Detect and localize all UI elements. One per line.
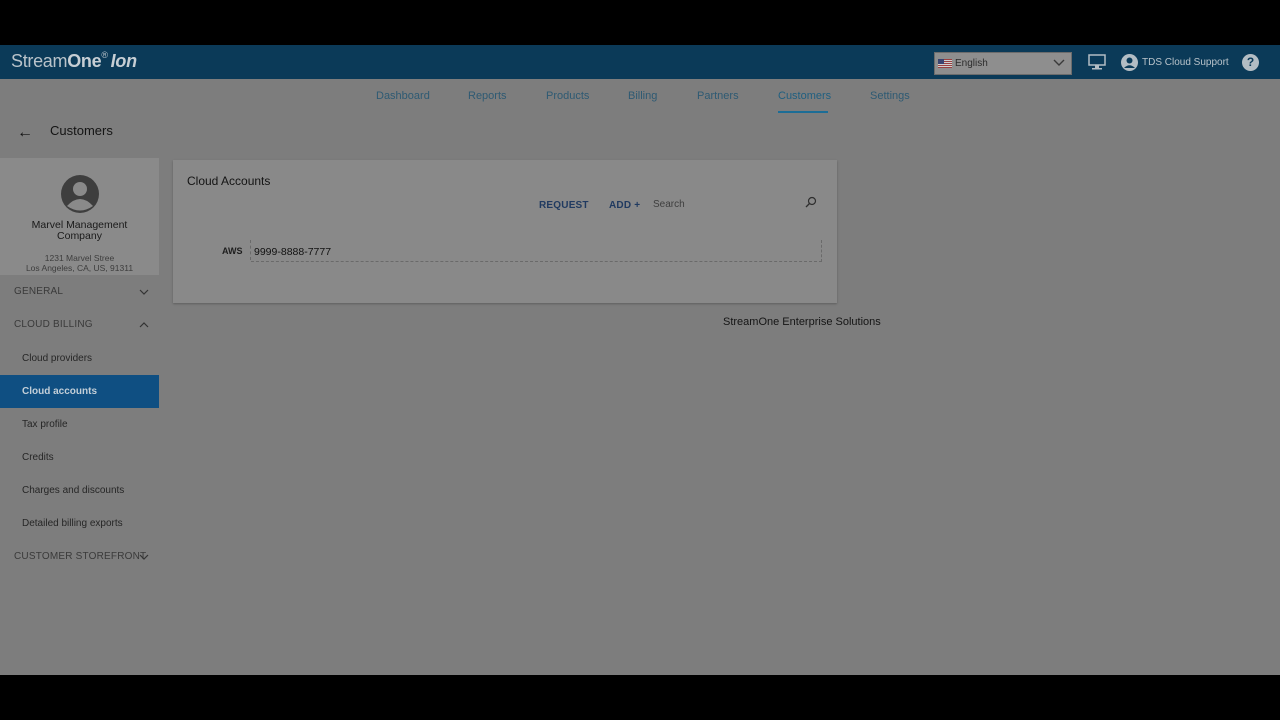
sidebar-item-cloud-providers[interactable]: Cloud providers xyxy=(22,353,92,364)
nav-settings[interactable]: Settings xyxy=(870,90,910,102)
account-id: 9999-8888-7777 xyxy=(254,246,332,258)
user-name: TDS Cloud Support xyxy=(1142,57,1229,68)
help-icon[interactable]: ? xyxy=(1242,54,1259,71)
sidebar-item-label: Cloud accounts xyxy=(22,386,98,397)
brand-reg: ® xyxy=(101,50,108,60)
back-arrow-icon[interactable]: ← xyxy=(17,124,33,142)
main-nav: Dashboard Reports Products Billing Partn… xyxy=(0,79,1280,115)
address-line-1: 1231 Marvel Stree xyxy=(44,253,115,263)
account-id-field[interactable]: 9999-8888-7777 xyxy=(250,240,822,262)
us-flag-icon xyxy=(938,59,952,68)
request-button[interactable]: REQUEST xyxy=(539,200,589,211)
customer-profile: Marvel Management Company 1231 Marvel St… xyxy=(0,158,159,275)
nav-billing[interactable]: Billing xyxy=(628,90,657,102)
brand-logo[interactable]: StreamOne® Ion xyxy=(11,50,137,72)
chevron-down-icon[interactable] xyxy=(139,287,149,297)
company-address: 1231 Marvel Stree Los Angeles, CA, US, 9… xyxy=(0,253,159,273)
chevron-up-icon[interactable] xyxy=(139,320,149,330)
user-menu[interactable]: TDS Cloud Support xyxy=(1121,54,1229,71)
page-title: Customers xyxy=(50,123,113,138)
language-select[interactable]: English xyxy=(934,52,1072,75)
footer-text: StreamOne Enterprise Solutions xyxy=(723,316,881,328)
top-bar: StreamOne® Ion English TDS Cloud Support … xyxy=(0,45,1280,79)
company-name: Marvel Management Company xyxy=(31,219,128,242)
sidebar-item-charges-discounts[interactable]: Charges and discounts xyxy=(22,485,124,496)
chevron-down-icon xyxy=(1053,59,1065,66)
nav-dashboard[interactable]: Dashboard xyxy=(376,90,430,102)
brand-main: Stream xyxy=(11,51,68,71)
nav-products[interactable]: Products xyxy=(546,90,589,102)
chevron-down-icon[interactable] xyxy=(139,552,149,562)
search-box xyxy=(653,194,823,214)
sidebar-section-customer-storefront[interactable]: CUSTOMER STOREFRONT xyxy=(14,551,146,562)
add-button[interactable]: ADD + xyxy=(609,200,640,211)
account-circle-icon xyxy=(1121,54,1138,71)
search-input[interactable] xyxy=(653,195,803,214)
sidebar-section-cloud-billing[interactable]: CLOUD BILLING xyxy=(14,319,93,330)
customer-avatar-icon xyxy=(61,175,99,213)
address-line-2: Los Angeles, CA, US, 91311 xyxy=(25,263,134,273)
app-window: StreamOne® Ion English TDS Cloud Support … xyxy=(0,45,1280,675)
language-value: English xyxy=(955,58,988,69)
sidebar-item-credits[interactable]: Credits xyxy=(22,452,54,463)
cloud-accounts-card: Cloud Accounts REQUEST ADD + AWS 9999-88… xyxy=(173,160,837,303)
monitor-icon[interactable] xyxy=(1088,54,1106,70)
brand-ion: Ion xyxy=(110,51,137,71)
nav-active-underline xyxy=(778,111,828,113)
sidebar-item-cloud-accounts[interactable]: Cloud accounts xyxy=(0,375,159,408)
brand-one: One xyxy=(67,51,102,71)
account-provider: AWS xyxy=(222,246,243,256)
search-icon[interactable] xyxy=(805,196,817,208)
nav-partners[interactable]: Partners xyxy=(697,90,739,102)
sidebar-section-general[interactable]: GENERAL xyxy=(14,286,63,297)
nav-customers[interactable]: Customers xyxy=(778,90,831,102)
nav-reports[interactable]: Reports xyxy=(468,90,507,102)
card-title: Cloud Accounts xyxy=(187,174,271,188)
sidebar-item-tax-profile[interactable]: Tax profile xyxy=(22,419,68,430)
sidebar-item-billing-exports[interactable]: Detailed billing exports xyxy=(22,518,123,529)
